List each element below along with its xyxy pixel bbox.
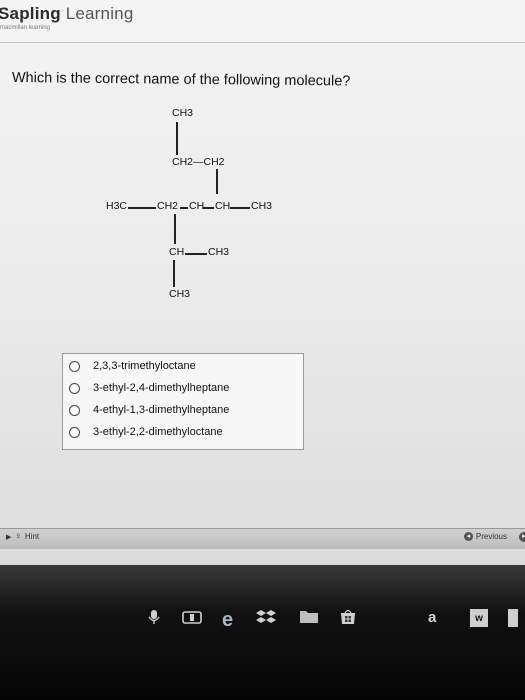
option-label: 4-ethyl-1,3-dimethylheptane	[93, 404, 230, 416]
bond	[230, 207, 250, 209]
folder-icon[interactable]	[300, 609, 318, 623]
molecule-label: CH	[189, 200, 205, 212]
radio-button[interactable]	[69, 404, 80, 416]
bond	[185, 253, 207, 255]
word-icon[interactable]: w	[470, 609, 488, 627]
previous-label: Previous	[475, 532, 507, 541]
molecule-label: CH3	[251, 200, 273, 212]
answer-option[interactable]: 3-ethyl-2,4-dimethylheptane	[69, 379, 229, 397]
bond	[216, 169, 218, 194]
molecule-label: CH2—CH2	[172, 156, 225, 168]
word-glyph: w	[475, 612, 483, 624]
molecule-structure: CH3 CH2—CH2 H3C CH2 CH CH CH3 CH CH3 CH3	[106, 103, 308, 303]
bond	[176, 122, 178, 155]
molecule-label: CH	[215, 200, 231, 212]
bond	[180, 207, 188, 209]
answer-option[interactable]: 3-ethyl-2,2-dimethyloctane	[69, 423, 223, 441]
bond	[203, 207, 214, 209]
molecule-label: CH3	[208, 246, 230, 258]
bond	[128, 207, 156, 209]
answer-option[interactable]: 4-ethyl-1,3-dimethylheptane	[69, 401, 229, 419]
answer-choices: 2,3,3-trimethyloctane 3-ethyl-2,4-dimeth…	[62, 353, 304, 450]
camera-icon[interactable]	[182, 609, 202, 625]
molecule-label: CH3	[172, 107, 194, 119]
option-label: 2,3,3-trimethyloctane	[93, 360, 196, 372]
edge-browser-icon[interactable]: e	[222, 609, 233, 632]
molecule-label: CH2	[157, 200, 179, 212]
logo-brand-a: Sapling	[0, 4, 61, 23]
next-button[interactable]: ▸	[519, 532, 525, 542]
previous-button[interactable]: ◂ Previous	[463, 532, 507, 541]
bond	[173, 260, 175, 287]
microphone-icon[interactable]	[148, 609, 160, 625]
radio-button[interactable]	[69, 360, 80, 372]
logo-subtitle: macmillan learning	[0, 25, 51, 31]
answer-option[interactable]: 2,3,3-trimethyloctane	[69, 357, 196, 375]
lightbulb-icon: ♀	[14, 531, 22, 542]
hint-label: Hint	[24, 532, 40, 541]
radio-button[interactable]	[69, 382, 80, 394]
logo-brand-b: Learning	[60, 4, 134, 23]
previous-arrow-icon: ◂	[463, 532, 473, 541]
dropbox-icon[interactable]	[256, 609, 276, 625]
molecule-label: CH3	[169, 288, 191, 300]
navigation-bar: ▶ ♀ Hint ◂ Previous ▸	[0, 528, 525, 549]
store-icon[interactable]	[340, 609, 356, 625]
molecule-label: CH	[169, 246, 185, 258]
sapling-learning-logo[interactable]: Sapling Learning macmillan learning	[0, 4, 134, 31]
molecule-label: H3C	[106, 200, 128, 212]
bond	[174, 214, 176, 244]
option-label: 3-ethyl-2,2-dimethyloctane	[93, 426, 223, 438]
taskbar-edge-item[interactable]	[508, 609, 518, 627]
amazon-icon[interactable]: a	[428, 609, 436, 626]
option-label: 3-ethyl-2,4-dimethylheptane	[93, 382, 230, 394]
amazon-glyph: a	[428, 609, 437, 626]
question-text: Which is the correct name of the followi…	[11, 70, 351, 90]
hint-button[interactable]: ▶ ♀ Hint	[6, 531, 39, 542]
taskbar: e a w	[0, 565, 525, 700]
webpage: Sapling Learning macmillan learning Whic…	[0, 0, 525, 565]
radio-button[interactable]	[69, 426, 80, 438]
header-divider	[0, 42, 525, 43]
expand-arrow-icon: ▶	[6, 533, 12, 541]
